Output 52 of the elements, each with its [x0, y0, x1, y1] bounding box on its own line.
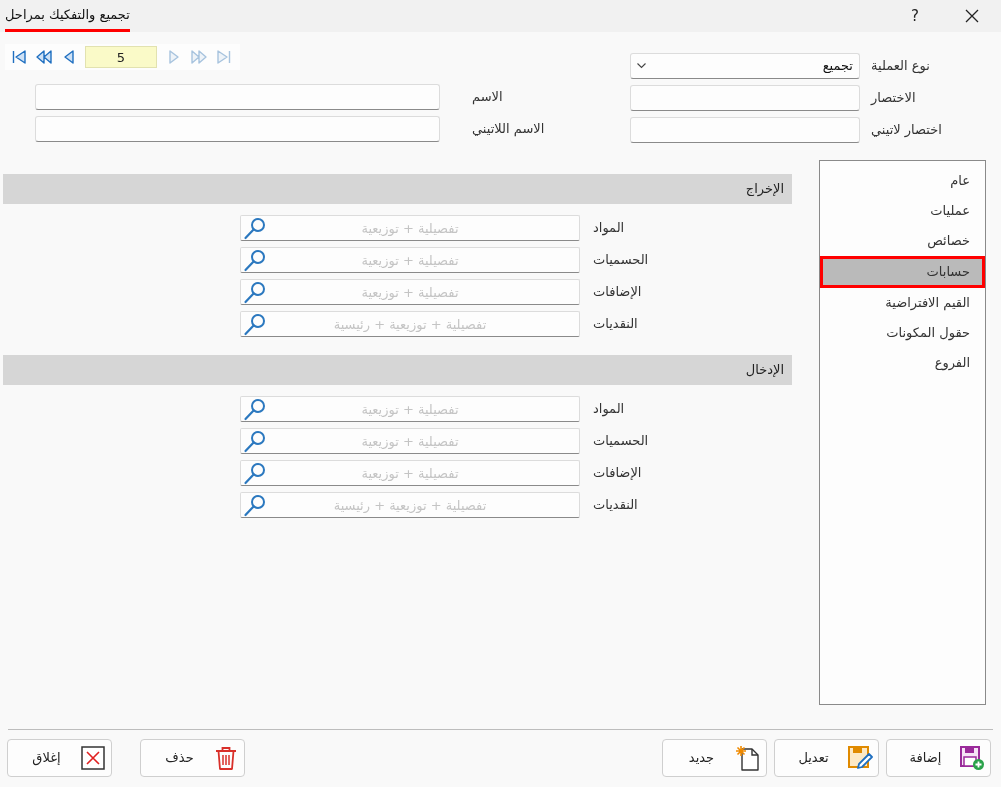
floppy-disk-plus-icon: [959, 745, 985, 771]
search-field[interactable]: تفصيلية + توزيعية: [240, 460, 580, 486]
text-field[interactable]: [630, 117, 860, 143]
new-document-icon: [735, 745, 761, 771]
close-box-icon: [80, 745, 106, 771]
text-field[interactable]: [630, 85, 860, 111]
field-label: الحسميات: [593, 432, 649, 451]
window-title: تجميع والتفكيك بمراحل: [5, 6, 130, 24]
field-label: الاختصار: [871, 89, 916, 108]
new-button[interactable]: جديد: [662, 739, 767, 777]
floppy-disk-pencil-icon: [847, 745, 873, 771]
field-label: اختصار لاتيني: [871, 121, 942, 140]
field-label: الاسم اللاتيني: [472, 120, 545, 139]
sidebar-item[interactable]: عام: [820, 166, 985, 196]
sidebar-item[interactable]: الفروع: [820, 348, 985, 378]
delete-button[interactable]: حذف: [140, 739, 245, 777]
skip-to-start-icon[interactable]: [11, 49, 27, 65]
field-label: الإضافات: [593, 283, 642, 302]
field-label: الحسميات: [593, 251, 649, 270]
text-field[interactable]: [35, 116, 440, 142]
sidebar-item[interactable]: حقول المكونات: [820, 318, 985, 348]
chevron-down-icon: [637, 63, 646, 69]
sidebar-item[interactable]: خصائص: [820, 226, 985, 256]
field-label: المواد: [593, 400, 625, 419]
add-button[interactable]: إضافة: [886, 739, 991, 777]
search-field[interactable]: تفصيلية + توزيعية: [240, 247, 580, 273]
search-field[interactable]: تفصيلية + توزيعية + رئيسية: [240, 492, 580, 518]
search-field[interactable]: تفصيلية + توزيعية + رئيسية: [240, 311, 580, 337]
field-label: النقديات: [593, 315, 638, 334]
section-title: الإخراج: [745, 180, 784, 199]
field-label: الإضافات: [593, 464, 642, 483]
search-field[interactable]: تفصيلية + توزيعية: [240, 279, 580, 305]
field-label: النقديات: [593, 496, 638, 515]
close-button[interactable]: إغلاق: [7, 739, 112, 777]
field-label: المواد: [593, 219, 625, 238]
record-number-field[interactable]: 5: [85, 46, 157, 68]
search-field[interactable]: تفصيلية + توزيعية: [240, 396, 580, 422]
edit-button[interactable]: تعديل: [774, 739, 879, 777]
sidebar-item[interactable]: القيم الافتراضية: [820, 288, 985, 318]
trash-icon: [213, 745, 239, 771]
field-label: الاسم: [472, 88, 503, 107]
double-left-triangle-icon[interactable]: [36, 49, 52, 65]
sidebar-item[interactable]: حسابات: [820, 256, 985, 288]
help-button[interactable]: ?: [906, 4, 924, 28]
search-field[interactable]: تفصيلية + توزيعية: [240, 215, 580, 241]
sidebar-item[interactable]: عمليات: [820, 196, 985, 226]
section-title: الإدخال: [745, 361, 784, 380]
search-field[interactable]: تفصيلية + توزيعية: [240, 428, 580, 454]
dropdown[interactable]: تجميع: [630, 53, 860, 79]
text-field[interactable]: [35, 84, 440, 110]
close-icon[interactable]: [964, 8, 980, 24]
field-label: نوع العملية: [871, 57, 930, 76]
